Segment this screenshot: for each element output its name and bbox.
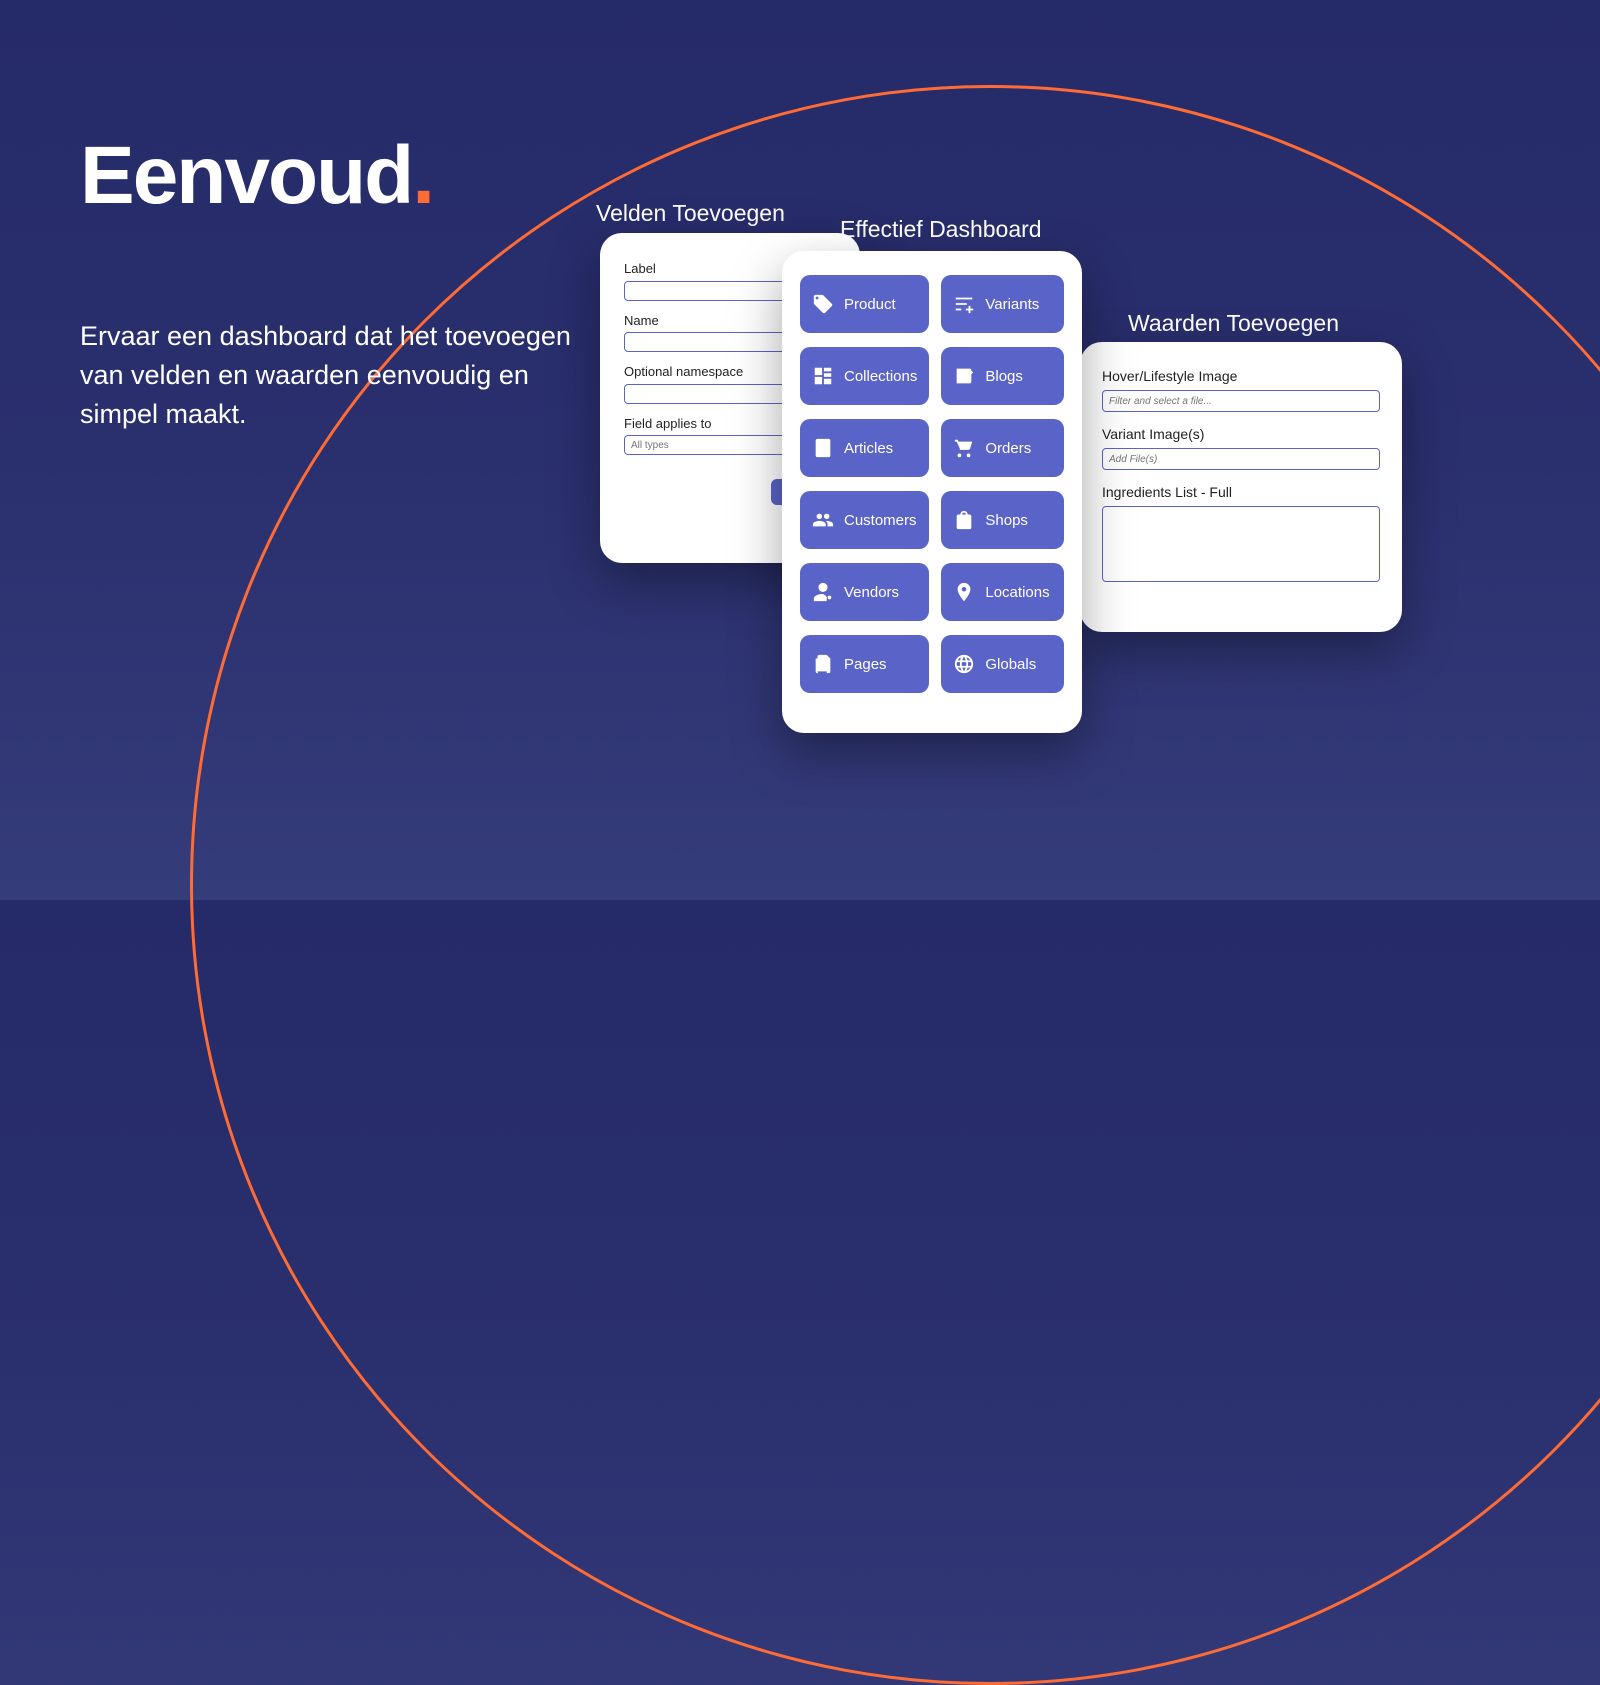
tile-label: Vendors [844,584,899,601]
tile-orders[interactable]: Orders [941,419,1064,477]
tile-vendors[interactable]: Vendors [800,563,929,621]
cart-icon [953,437,975,459]
hover-image-input[interactable] [1102,390,1380,412]
values-card: Hover/Lifestyle Image Variant Image(s) I… [1080,342,1402,632]
bag-icon [953,509,975,531]
variant-image-label: Variant Image(s) [1102,426,1380,442]
tile-label: Locations [985,584,1049,601]
hero-subtitle: Ervaar een dashboard dat het toevoegen v… [80,317,610,434]
dashboard-card: Product Variants Collections Blogs Artic… [782,251,1082,733]
tile-collections[interactable]: Collections [800,347,929,405]
page-icon [812,653,834,675]
tile-label: Pages [844,656,887,673]
ingredients-textarea[interactable] [1102,506,1380,582]
tile-label: Collections [844,368,917,385]
sliders-icon [953,293,975,315]
people-icon [812,509,834,531]
vendor-icon [812,581,834,603]
tile-grid: Product Variants Collections Blogs Artic… [800,275,1064,693]
tile-label: Orders [985,440,1031,457]
tag-icon [812,293,834,315]
blog-icon [953,365,975,387]
article-icon [812,437,834,459]
tile-label: Product [844,296,896,313]
tile-label: Shops [985,512,1028,529]
hero-title: Eenvoud. [80,135,610,217]
tile-label: Customers [844,512,917,529]
tile-shops[interactable]: Shops [941,491,1064,549]
tile-label: Globals [985,656,1036,673]
tile-label: Variants [985,296,1039,313]
tile-variants[interactable]: Variants [941,275,1064,333]
tile-product[interactable]: Product [800,275,929,333]
tile-label: Blogs [985,368,1023,385]
grid-icon [812,365,834,387]
variant-image-input[interactable] [1102,448,1380,470]
ingredients-label: Ingredients List - Full [1102,484,1380,500]
hover-image-label: Hover/Lifestyle Image [1102,368,1380,384]
tile-label: Articles [844,440,893,457]
hero-section: Eenvoud. Ervaar een dashboard dat het to… [80,135,610,434]
pin-icon [953,581,975,603]
tile-locations[interactable]: Locations [941,563,1064,621]
tile-globals[interactable]: Globals [941,635,1064,693]
hero-title-dot: . [412,130,433,221]
values-card-title: Waarden Toevoegen [1128,310,1339,337]
hero-title-text: Eenvoud [80,130,412,221]
fields-card-title: Velden Toevoegen [596,200,785,227]
dashboard-card-title: Effectief Dashboard [840,216,1042,243]
globe-icon [953,653,975,675]
tile-blogs[interactable]: Blogs [941,347,1064,405]
tile-articles[interactable]: Articles [800,419,929,477]
tile-pages[interactable]: Pages [800,635,929,693]
tile-customers[interactable]: Customers [800,491,929,549]
